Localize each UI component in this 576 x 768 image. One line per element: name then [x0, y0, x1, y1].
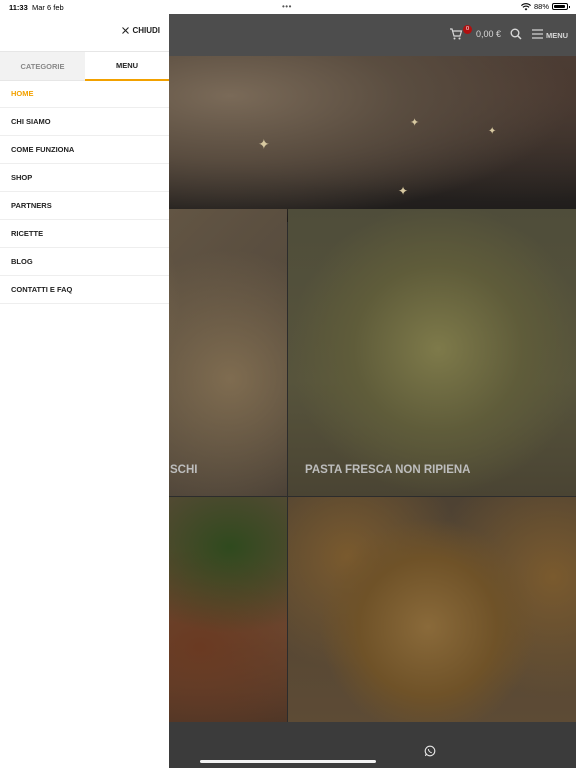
- cart-amount[interactable]: 0,00 €: [476, 29, 501, 39]
- tab-menu[interactable]: MENU: [85, 52, 169, 81]
- close-icon: [122, 27, 130, 34]
- menu-item-blog[interactable]: BLOG: [0, 248, 169, 276]
- menu-item-ricette[interactable]: RICETTE: [0, 220, 169, 248]
- whatsapp-icon[interactable]: [424, 745, 436, 757]
- status-date: Mar 6 feb: [32, 3, 64, 12]
- menu-item-chi-siamo[interactable]: CHI SIAMO: [0, 108, 169, 136]
- menu-button-label[interactable]: MENU: [546, 31, 568, 40]
- drawer-tabs: CATEGORIE MENU: [0, 51, 169, 81]
- tile-label-right: PASTA FRESCA NON RIPIENA: [305, 464, 471, 476]
- wifi-icon: [521, 2, 531, 10]
- multitask-dots-icon: •••: [282, 2, 292, 11]
- tab-categorie[interactable]: CATEGORIE: [0, 52, 85, 81]
- search-icon[interactable]: [510, 28, 522, 40]
- sparkle-icon: ✦: [410, 117, 420, 129]
- tile-label-left: SCHI: [170, 464, 198, 476]
- status-time: 11:33: [9, 3, 28, 12]
- menu-item-come-funziona[interactable]: COME FUNZIONA: [0, 136, 169, 164]
- sparkle-icon: ✦: [398, 184, 409, 198]
- drawer-menu-list: HOME CHI SIAMO COME FUNZIONA SHOP PARTNE…: [0, 80, 169, 304]
- home-indicator: [200, 760, 376, 763]
- cart-icon[interactable]: [449, 27, 463, 41]
- close-button[interactable]: CHIUDI: [122, 26, 160, 35]
- battery-icon: [552, 3, 570, 10]
- battery-percent: 88%: [533, 2, 549, 11]
- side-drawer: CHIUDI CATEGORIE MENU HOME CHI SIAMO COM…: [0, 14, 169, 768]
- cart-count-badge: 0: [463, 25, 472, 34]
- close-label: CHIUDI: [132, 26, 160, 35]
- sparkle-icon: ✦: [488, 126, 497, 137]
- menu-item-home[interactable]: HOME: [0, 80, 169, 108]
- category-tile-arancini[interactable]: [288, 497, 576, 722]
- sparkle-icon: ✦: [258, 136, 270, 152]
- menu-item-partners[interactable]: PARTNERS: [0, 192, 169, 220]
- hamburger-icon[interactable]: [532, 29, 543, 39]
- status-bar: 11:33 Mar 6 feb ••• 88%: [0, 0, 576, 14]
- menu-item-shop[interactable]: SHOP: [0, 164, 169, 192]
- menu-item-contatti-faq[interactable]: CONTATTI E FAQ: [0, 276, 169, 304]
- category-tile-pasta-fresca[interactable]: [288, 209, 576, 496]
